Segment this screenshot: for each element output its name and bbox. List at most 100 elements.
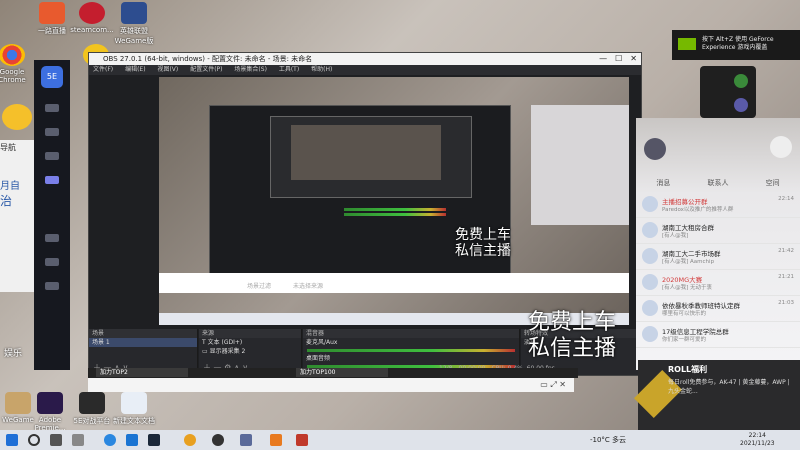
steam-icon[interactable]: [148, 434, 160, 446]
promo-text: 每日roll免费参与，AK-47 | 黄金藤蔓，AWP | 九头金蛇...: [668, 379, 790, 395]
list-item[interactable]: 湖南工大租房合群 [有人@我]: [636, 218, 800, 244]
sidebar-icon[interactable]: [45, 258, 59, 266]
clock[interactable]: 22:14 2021/11/23: [740, 432, 775, 448]
task-view-icon[interactable]: [50, 434, 62, 446]
promo-title: ROLL福利: [668, 365, 708, 374]
app-icon[interactable]: [270, 434, 282, 446]
search-icon[interactable]: [28, 434, 40, 446]
menu-scene-collection[interactable]: 场景集合(S): [234, 66, 267, 73]
desktop-icon-steam[interactable]: steamcom...: [68, 2, 116, 34]
taskbar: -10°C 多云 22:14 2021/11/23: [0, 430, 800, 450]
overlay-text: 免费上车 私信主播: [528, 310, 616, 362]
sidebar-icon[interactable]: [45, 104, 59, 112]
desktop-icon-5e[interactable]: 5E对战平台: [68, 392, 116, 426]
chrome-icon[interactable]: [184, 434, 196, 446]
nvidia-icon: [678, 38, 696, 50]
app-icon: [79, 392, 105, 414]
menu-tools[interactable]: 工具(T): [279, 66, 299, 73]
nvidia-notification[interactable]: 按下 Alt+Z 使用 GeForce Experience 游戏内覆盖: [672, 30, 800, 60]
side-label: 月自: [0, 181, 20, 192]
monitor-icon: ▭: [202, 348, 210, 355]
sidebar-icon[interactable]: [45, 152, 59, 160]
nested-mixer: [340, 206, 450, 224]
app-icon: [37, 392, 63, 414]
app-logo[interactable]: 5E: [41, 66, 63, 88]
sidebar-icon[interactable]: [45, 176, 59, 184]
chat-window: 消息 联系人 空间 主播招募公开群 Paredox以及推广的推荐人群 22:14 湖…: [636, 118, 800, 370]
lower-label: 加力TOP100: [296, 368, 388, 377]
source-item[interactable]: T 文本 (GDI+): [199, 338, 301, 347]
app-icon[interactable]: [296, 434, 308, 446]
nested-obs-2: [270, 116, 472, 198]
avatar: [642, 274, 658, 290]
window-title: OBS 27.0.1 (64-bit, windows) - 配置文件: 未命名…: [103, 55, 313, 63]
edge-icon[interactable]: [104, 434, 116, 446]
side-app-panel: 导航 月自 治: [0, 140, 34, 292]
mixer-track-label: 桌面音频: [306, 355, 331, 362]
tab-contacts[interactable]: 联系人: [691, 178, 746, 192]
status-icon[interactable]: [734, 74, 748, 88]
app-sidebar: 5E: [34, 60, 70, 370]
scene-item[interactable]: 场景 1: [89, 338, 197, 347]
start-icon[interactable]: [6, 434, 18, 446]
app-icon[interactable]: [72, 434, 84, 446]
nested-lower-bar: [159, 273, 629, 293]
menu-profile[interactable]: 配置文件(P): [190, 66, 222, 73]
chat-tabs: 消息 联系人 空间: [636, 178, 800, 192]
obs-titlebar: OBS 27.0.1 (64-bit, windows) - 配置文件: 未命名…: [89, 53, 641, 65]
desktop-icon-premiere[interactable]: Adobe Premie...: [26, 392, 74, 432]
chat-list: 主播招募公开群 Paredox以及推广的推荐人群 22:14 湖南工大租房合群 [有人…: [636, 192, 800, 348]
menu-view[interactable]: 视图(V): [157, 66, 178, 73]
avatar: [642, 326, 658, 342]
overlay-line: 免费上车: [528, 310, 617, 335]
desktop-icon-wegame-lol[interactable]: 英雄联盟WeGame版: [110, 2, 158, 46]
chat-header: [636, 118, 800, 178]
overlay-line: 私信主播: [528, 336, 617, 361]
nested-obs-3: [291, 125, 441, 180]
sidebar-icon[interactable]: [45, 128, 59, 136]
avatar: [642, 222, 658, 238]
status-icon[interactable]: [734, 98, 748, 112]
avatar[interactable]: [770, 136, 792, 158]
qq-pet-icon[interactable]: [2, 104, 32, 130]
document-icon: [121, 392, 147, 414]
dock-header: 场景: [89, 329, 197, 338]
tab-messages[interactable]: 消息: [636, 178, 691, 192]
obs-menubar: 文件(F) 编辑(E) 视图(V) 配置文件(P) 场景集合(S) 工具(T) …: [89, 65, 641, 75]
media-controls[interactable]: ▭ ⤢ ✕: [540, 380, 566, 390]
list-item[interactable]: 主播招募公开群 Paredox以及推广的推荐人群 22:14: [636, 192, 800, 218]
obs-icon[interactable]: [212, 434, 224, 446]
nested-overlay-text: 免费上车 私信主播: [455, 227, 511, 259]
desktop-icon-chrome[interactable]: Google Chrome: [0, 44, 36, 84]
app-icon[interactable]: [126, 434, 138, 446]
side-label: 治: [0, 194, 13, 208]
weather[interactable]: -10°C 多云: [590, 435, 626, 445]
sidebar-icon[interactable]: [45, 282, 59, 290]
lower-bar: ▭ ⤢ ✕: [88, 378, 574, 392]
avatar: [642, 196, 658, 212]
tab-space[interactable]: 空间: [745, 178, 800, 192]
menu-help[interactable]: 帮助(H): [311, 66, 332, 73]
list-item[interactable]: 依依暴秋季教师班特认定群 哪里有可以快乐的 21:03: [636, 296, 800, 322]
audio-meter: [307, 349, 515, 352]
menu-edit[interactable]: 编辑(E): [125, 66, 145, 73]
source-item[interactable]: ▭ 显示器采集 2: [199, 347, 301, 356]
roll-promo[interactable]: ROLL福利 每日roll免费参与，AK-47 | 黄金藤蔓，AWP | 九头金…: [633, 360, 800, 430]
window-controls[interactable]: — ☐ ✕: [599, 53, 637, 65]
sidebar-icon[interactable]: [45, 234, 59, 242]
list-item[interactable]: 湖南工大二手市场群 [有人@我] Aamchip 21:42: [636, 244, 800, 270]
list-item[interactable]: 17级信息工程学院总群 你们家一群可爱的: [636, 322, 800, 348]
dock-header: 混音器: [303, 329, 519, 338]
desktop-icon-textdoc[interactable]: 新建文本文档: [110, 392, 158, 426]
app-icon: [121, 2, 147, 24]
menu-file[interactable]: 文件(F): [93, 66, 113, 73]
obs-preview[interactable]: 免费上车 私信主播: [159, 77, 629, 325]
preview-tabs: 场景过滤 未选择来源: [247, 283, 323, 290]
avatar[interactable]: [644, 138, 666, 160]
side-label-yule: 娱乐: [4, 349, 23, 359]
list-item[interactable]: 2020MG大赛 [有人@我] 无动于衷 21:21: [636, 270, 800, 296]
app-icon[interactable]: [240, 434, 252, 446]
nested-chat: [531, 105, 629, 225]
avatar: [642, 248, 658, 264]
notification-panel: [700, 66, 756, 118]
